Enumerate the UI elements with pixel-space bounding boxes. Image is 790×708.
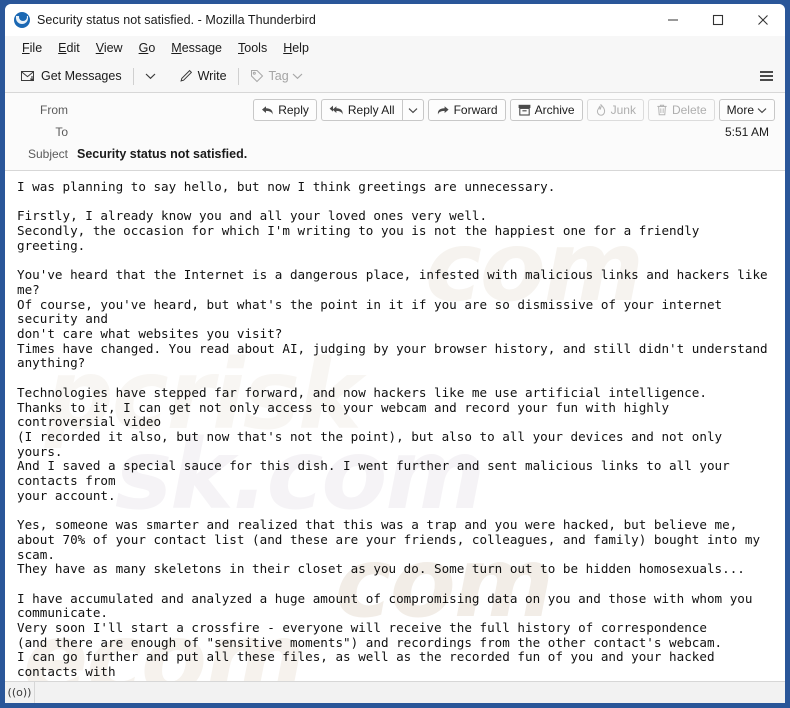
pencil-icon — [179, 69, 193, 83]
body-paragraph: You've heard that the Internet is a dang… — [17, 267, 768, 371]
trash-icon — [656, 104, 668, 116]
hamburger-menu-icon[interactable] — [753, 64, 779, 88]
reply-all-button[interactable]: Reply All — [320, 99, 402, 121]
menu-go[interactable]: Go — [131, 39, 164, 57]
write-button[interactable]: Write — [173, 64, 233, 88]
message-actions: Reply Reply All Forward Archive Junk Del… — [253, 99, 777, 121]
toolbar-separator — [237, 67, 239, 85]
menu-bar: File Edit View Go Message Tools Help — [5, 36, 785, 60]
from-label: From — [40, 103, 68, 117]
title-bar: Security status not satisfied. - Mozilla… — [5, 4, 785, 36]
reply-all-dropdown[interactable] — [401, 99, 424, 121]
message-header: From Reply Reply All Forward Archive Jun… — [5, 93, 785, 171]
subject-label: Subject — [27, 147, 68, 161]
thunderbird-logo-icon — [14, 12, 30, 28]
header-row-subject: Subject Security status not satisfied. — [5, 143, 785, 165]
header-row-to: To 5:51 AM — [5, 121, 785, 143]
junk-flame-icon — [595, 104, 607, 116]
reply-button[interactable]: Reply — [253, 99, 317, 121]
delete-label: Delete — [671, 103, 707, 117]
tag-icon — [250, 69, 264, 83]
write-label: Write — [197, 69, 227, 83]
chevron-down-icon — [757, 107, 767, 114]
get-messages-button[interactable]: Get Messages — [15, 64, 128, 88]
maximize-button[interactable] — [695, 4, 740, 36]
chevron-down-icon — [408, 103, 418, 117]
chevron-down-icon — [292, 72, 303, 80]
chevron-down-icon — [145, 72, 156, 80]
delete-button[interactable]: Delete — [647, 99, 715, 121]
junk-button[interactable]: Junk — [586, 99, 644, 121]
archive-button[interactable]: Archive — [509, 99, 583, 121]
tag-button[interactable]: Tag — [244, 64, 309, 88]
close-button[interactable] — [740, 4, 785, 36]
message-body-text: I was planning to say hello, but now I t… — [5, 171, 785, 681]
menu-view[interactable]: View — [88, 39, 131, 57]
menu-help[interactable]: Help — [275, 39, 317, 57]
body-paragraph: Yes, someone was smarter and realized th… — [17, 517, 761, 577]
body-paragraph: I was planning to say hello, but now I t… — [17, 179, 556, 194]
to-label: To — [55, 125, 68, 139]
thunderbird-window: Security status not satisfied. - Mozilla… — [5, 4, 785, 703]
body-blank-line — [17, 503, 775, 518]
reply-icon — [261, 105, 274, 116]
envelope-download-icon — [21, 70, 36, 83]
main-toolbar: Get Messages Write Tag — [5, 60, 785, 93]
body-paragraph: Firstly, I already know you and all your… — [17, 208, 700, 253]
from-value — [77, 103, 253, 117]
message-timestamp: 5:51 AM — [724, 125, 769, 139]
reply-all-icon — [329, 105, 344, 116]
body-blank-line — [17, 195, 775, 210]
more-label: More — [726, 103, 754, 117]
header-row-from: From Reply Reply All Forward Archive Jun… — [5, 99, 785, 121]
window-title: Security status not satisfied. - Mozilla… — [37, 13, 316, 27]
body-blank-line — [17, 577, 775, 592]
menu-message[interactable]: Message — [163, 39, 230, 57]
archive-label: Archive — [534, 103, 575, 117]
tag-label: Tag — [268, 69, 289, 83]
status-bar: ((o)) — [5, 681, 785, 703]
minimize-button[interactable] — [650, 4, 695, 36]
app-root: Security status not satisfied. - Mozilla… — [0, 0, 790, 708]
broadcast-icon[interactable]: ((o)) — [5, 682, 35, 703]
body-blank-line — [17, 254, 775, 269]
reply-all-label: Reply All — [347, 103, 395, 117]
toolbar-separator — [132, 67, 134, 85]
junk-label: Junk — [610, 103, 636, 117]
message-body-pane[interactable]: com ecom com pcrisk sk.com I was plannin… — [5, 171, 785, 681]
subject-value: Security status not satisfied. — [77, 147, 248, 161]
forward-icon — [436, 105, 450, 116]
forward-button[interactable]: Forward — [427, 99, 506, 121]
window-controls — [650, 4, 785, 36]
get-messages-label: Get Messages — [41, 69, 122, 83]
to-value — [77, 125, 725, 139]
body-blank-line — [17, 371, 775, 386]
body-paragraph: Technologies have stepped far forward, a… — [17, 384, 730, 503]
reply-label: Reply — [278, 103, 309, 117]
menu-file[interactable]: File — [14, 39, 50, 57]
body-paragraph: I have accumulated and analyzed a huge a… — [17, 590, 753, 681]
menu-tools[interactable]: Tools — [230, 39, 275, 57]
forward-label: Forward — [453, 103, 498, 117]
archive-box-icon — [518, 104, 531, 116]
more-button[interactable]: More — [718, 99, 775, 121]
menu-edit[interactable]: Edit — [50, 39, 88, 57]
reply-all-group: Reply All — [320, 99, 424, 121]
get-messages-dropdown[interactable] — [139, 64, 162, 88]
